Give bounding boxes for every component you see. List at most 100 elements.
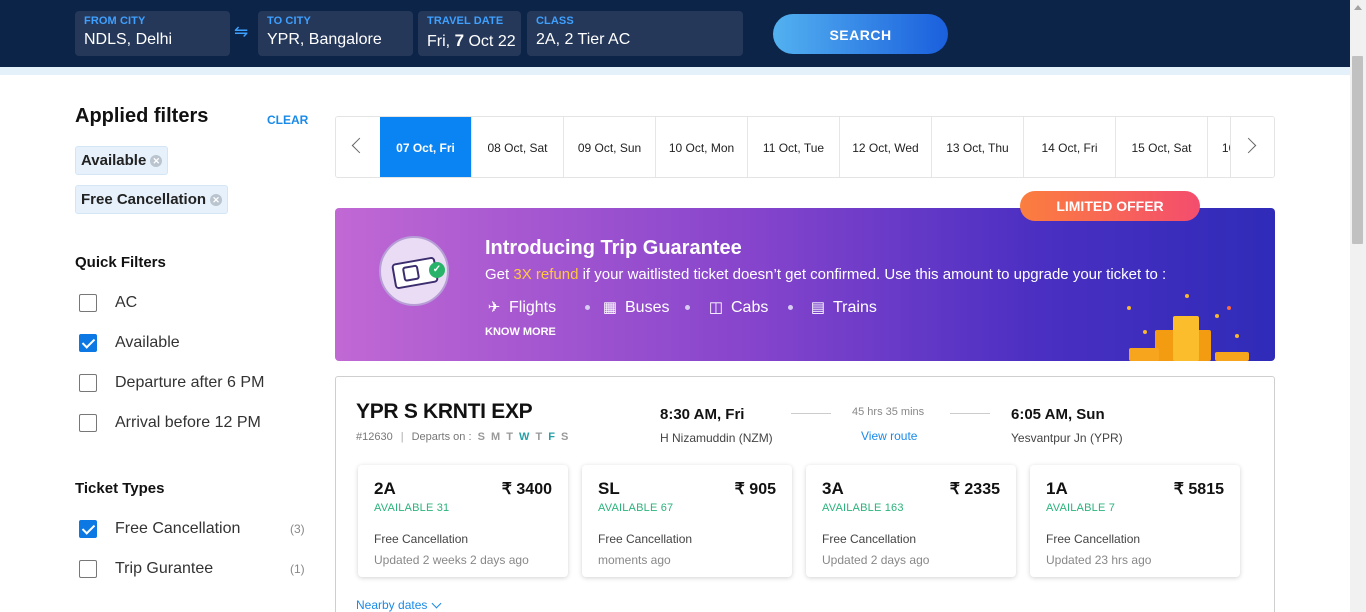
class-option-1a[interactable]: 1A ₹ 5815 AVAILABLE 7 Free Cancellation … [1030,465,1240,577]
date-tab[interactable]: 11 Oct, Tue [748,117,840,177]
travel-date-field[interactable]: TRAVEL DATE Fri, 7 Oct 22 [418,11,521,56]
journey-duration: 45 hrs 35 mins [852,406,925,418]
nearby-dates-label: Nearby dates [356,598,428,612]
train-name: YPR S KRNTI EXP [356,400,533,423]
to-city-value: YPR, Bangalore [267,31,382,48]
run-day: T [535,431,543,443]
cancellation-policy: Free Cancellation [1046,532,1141,546]
to-city-field[interactable]: TO CITY YPR, Bangalore [258,11,413,56]
mode-buses: ▦ Buses [601,298,670,317]
separator-dot [788,305,793,310]
nearby-dates-toggle[interactable]: Nearby dates [356,598,442,612]
departure-station: H Nizamuddin (NZM) [660,431,773,445]
applied-filters-title: Applied filters [75,105,209,127]
quick-filter-label: Arrival before 12 PM [115,414,261,431]
date-weekday: Fri, [427,33,451,50]
checkbox[interactable] [79,294,97,312]
chevron-right-icon [1240,137,1257,154]
mode-trains: ▤ Trains [809,298,877,317]
duration-line [950,413,990,414]
page-scrollbar[interactable] [1350,0,1366,612]
checkbox-checked[interactable] [79,520,97,538]
last-updated: moments ago [598,553,671,567]
class-price: ₹ 5815 [1173,481,1224,498]
ticket-types-title: Ticket Types [75,480,165,497]
date-day: 7 [454,31,465,50]
checkbox-checked[interactable] [79,334,97,352]
class-option-3a[interactable]: 3A ₹ 2335 AVAILABLE 163 Free Cancellatio… [806,465,1016,577]
separator-dot [585,305,590,310]
quick-filters-title: Quick Filters [75,254,166,271]
class-value: 2A, 2 Tier AC [536,31,631,48]
ticket-icon: ✓ [379,236,449,306]
mode-label: Cabs [731,299,769,316]
chevron-down-icon [431,598,442,609]
checkbox[interactable] [79,374,97,392]
chip-label: Free Cancellation [81,191,207,208]
class-option-sl[interactable]: SL ₹ 905 AVAILABLE 67 Free Cancellation … [582,465,792,577]
date-tab[interactable]: 14 Oct, Fri [1024,117,1116,177]
last-updated: Updated 2 weeks 2 days ago [374,553,529,567]
clear-filters-link[interactable]: CLEAR [267,113,308,127]
divider: | [400,431,404,443]
class-name: 2A [374,479,396,498]
date-tab[interactable]: 09 Oct, Sun [564,117,656,177]
chip-label: Available [81,152,147,169]
filter-chip-available[interactable]: Available ✕ [75,146,169,175]
mode-label: Flights [509,299,557,316]
class-option-2a[interactable]: 2A ₹ 3400 AVAILABLE 31 Free Cancellation… [358,465,568,577]
mode-label: Trains [833,299,877,316]
trip-guarantee-banner[interactable]: ✓ Introducing Trip Guarantee Get 3X refu… [335,208,1275,361]
class-price: ₹ 3400 [501,481,552,498]
run-day: T [506,431,513,443]
view-route-link[interactable]: View route [861,429,917,443]
availability-status: AVAILABLE 31 [374,502,450,514]
scroll-up-icon[interactable] [1354,5,1362,10]
prev-dates-button[interactable] [336,117,380,177]
to-city-label: TO CITY [267,15,311,27]
cancellation-policy: Free Cancellation [822,532,917,546]
date-tab[interactable]: 08 Oct, Sat [472,117,564,177]
next-dates-button[interactable] [1230,117,1274,177]
arrival-station: Yesvantpur Jn (YPR) [1011,431,1123,445]
header-divider [0,67,1350,75]
checkbox[interactable] [79,414,97,432]
departure-time: 8:30 AM, Fri [660,406,745,423]
checkbox[interactable] [79,560,97,578]
travel-date-value: Fri, 7 Oct 22 [427,31,516,51]
search-button[interactable]: SEARCH [773,14,948,54]
date-tab[interactable]: 07 Oct, Fri [380,117,472,177]
know-more-link[interactable]: KNOW MORE [485,326,556,338]
separator-dot [685,305,690,310]
remove-chip-icon[interactable]: ✕ [210,194,223,206]
arrival-time: 6:05 AM, Sun [1011,406,1105,423]
check-icon: ✓ [429,262,445,278]
from-city-field[interactable]: FROM CITY NDLS, Delhi [75,11,230,56]
date-tab[interactable]: 10 Oct, Mon [656,117,748,177]
last-updated: Updated 23 hrs ago [1046,553,1152,567]
run-day: S [561,431,569,443]
class-price: ₹ 2335 [949,481,1000,498]
quick-filter-label: AC [115,294,138,311]
train-card[interactable]: YPR S KRNTI EXP #12630 | Departs on : S M … [335,376,1275,612]
filter-chip-free-cancellation[interactable]: Free Cancellation ✕ [75,185,229,214]
gift-illustration [1115,286,1275,361]
date-tab[interactable]: 15 Oct, Sat [1116,117,1208,177]
cancellation-policy: Free Cancellation [374,532,469,546]
class-name: 1A [1046,479,1068,498]
mode-cabs: ◫ Cabs [707,298,768,317]
banner-title: Introducing Trip Guarantee [485,237,742,259]
remove-chip-icon[interactable]: ✕ [150,155,163,167]
scrollbar-thumb[interactable] [1352,56,1363,244]
last-updated: Updated 2 days ago [822,553,930,567]
ticket-type-count: (3) [290,522,305,536]
swap-icon[interactable]: ⇋ [234,22,248,42]
date-selector: 07 Oct, Fri 08 Oct, Sat 09 Oct, Sun 10 O… [335,116,1275,178]
ticket-type-count: (1) [290,562,305,576]
banner-subtitle-start: Get [485,266,514,283]
banner-subtitle: Get 3X refund if your waitlisted ticket … [485,266,1166,283]
availability-status: AVAILABLE 163 [822,502,904,514]
date-tab[interactable]: 13 Oct, Thu [932,117,1024,177]
date-tab[interactable]: 12 Oct, Wed [840,117,932,177]
class-field[interactable]: CLASS 2A, 2 Tier AC [527,11,743,56]
